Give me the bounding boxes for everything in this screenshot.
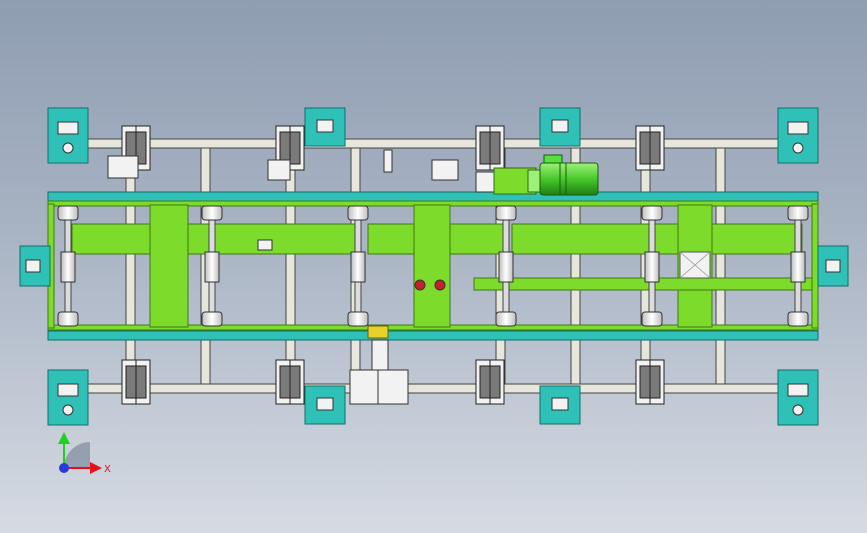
corner-plate	[47, 107, 89, 164]
roller	[347, 311, 369, 327]
roller	[201, 205, 223, 221]
cylinder-unit	[121, 359, 151, 405]
roller	[347, 205, 369, 221]
roller	[495, 311, 517, 327]
cylinder-unit	[275, 359, 305, 405]
roller	[641, 205, 663, 221]
mounting-plate	[304, 385, 346, 425]
roller-body	[350, 251, 366, 283]
roller	[495, 205, 517, 221]
mounting-plate	[304, 107, 346, 147]
roller-body	[644, 251, 660, 283]
roller-body	[204, 251, 220, 283]
roller	[57, 205, 79, 221]
roller	[201, 311, 223, 327]
cylinder-unit	[475, 359, 505, 405]
roller	[57, 311, 79, 327]
roller-body	[498, 251, 514, 283]
roller	[787, 311, 809, 327]
cylinder-unit	[635, 125, 665, 171]
cylinder-unit	[635, 359, 665, 405]
assembly-drawing[interactable]: X	[0, 0, 867, 533]
crossbar	[715, 147, 726, 385]
roller	[787, 205, 809, 221]
mounting-plate	[539, 107, 581, 147]
mounting-plate	[539, 385, 581, 425]
corner-plate	[47, 369, 89, 426]
corner-plate	[777, 107, 819, 164]
roller	[641, 311, 663, 327]
axis-triad: X	[58, 432, 111, 475]
green-plates	[71, 204, 813, 328]
x-axis-label: X	[104, 464, 111, 475]
cylinder-unit	[475, 125, 505, 171]
roller-body	[790, 251, 806, 283]
crossbar	[125, 147, 136, 385]
corner-plate	[777, 369, 819, 426]
crossbar	[285, 147, 296, 385]
cad-viewport[interactable]: X	[0, 0, 867, 533]
roller-body	[60, 251, 76, 283]
